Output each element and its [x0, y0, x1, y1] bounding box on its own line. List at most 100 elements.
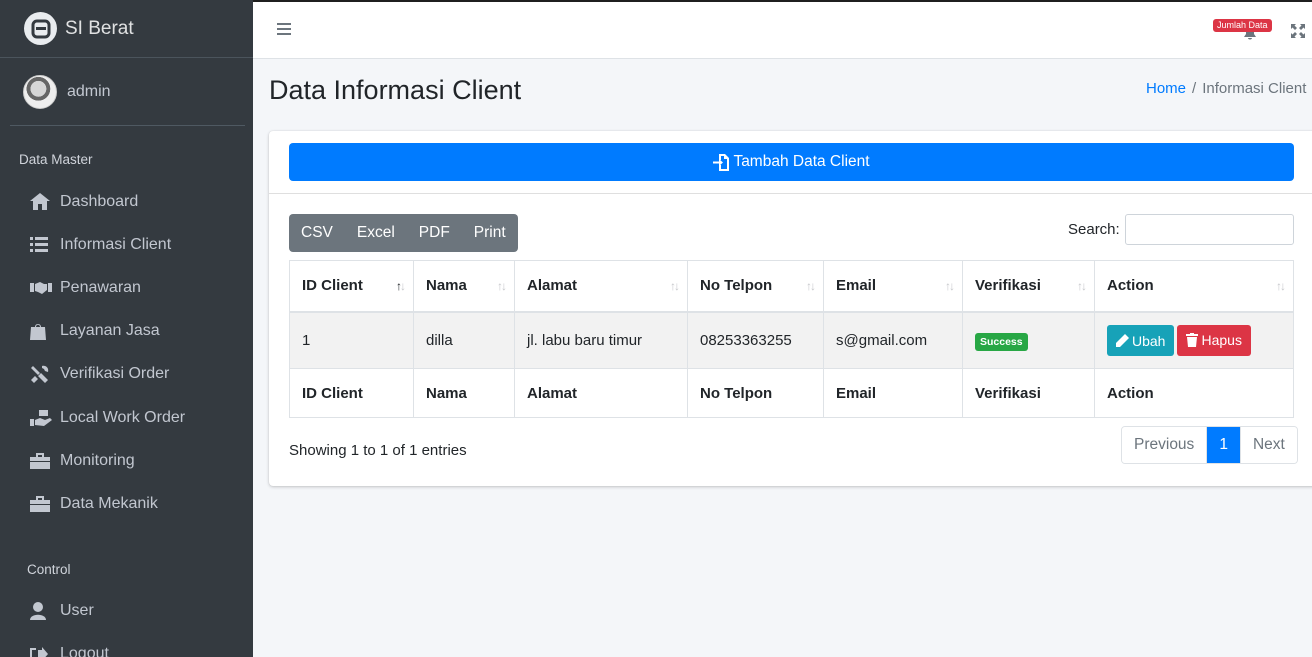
edit-button[interactable]: Ubah: [1107, 325, 1175, 356]
sort-icon: ↑↓: [1077, 279, 1087, 293]
client-table: ID Client ↑↓ Nama ↑↓ Alamat ↑↓ No Telpon ↑↓ …: [289, 260, 1294, 418]
next-button[interactable]: Next: [1239, 427, 1297, 463]
sidebar-item-layanan-jasa[interactable]: Layanan Jasa: [0, 310, 253, 353]
column-header-action[interactable]: Action ↑↓: [1094, 260, 1294, 313]
cell-email: s@gmail.com: [823, 311, 963, 369]
footer-alamat: Alamat: [514, 368, 688, 418]
page-title: Data Informasi Client: [269, 75, 522, 105]
brand-logo-icon: [24, 12, 57, 45]
pagination: Previous 1 Next: [1121, 426, 1298, 464]
export-button-group: CSV Excel PDF Print: [289, 214, 518, 252]
sidebar-item-user[interactable]: User: [0, 590, 253, 633]
brand-title: SI Berat: [65, 17, 134, 39]
status-badge: Success: [975, 332, 1028, 351]
user-panel[interactable]: admin: [10, 58, 245, 126]
hand-holding-icon: [30, 409, 52, 427]
sidebar-item-label: Data Mekanik: [60, 494, 158, 512]
sidebar: SI Berat admin Data Master Dashboard Inf…: [0, 0, 253, 657]
column-header-no-telpon[interactable]: No Telpon ↑↓: [687, 260, 824, 313]
hamburger-menu-icon[interactable]: [277, 23, 291, 37]
sidebar-item-verifikasi-order[interactable]: Verifikasi Order: [0, 353, 253, 396]
footer-action: Action: [1094, 368, 1294, 418]
print-button[interactable]: Print: [462, 214, 518, 252]
column-header-email[interactable]: Email ↑↓: [823, 260, 963, 313]
card-header: Tambah Data Client: [269, 131, 1312, 194]
breadcrumb-separator: /: [1192, 80, 1197, 97]
brand-link[interactable]: SI Berat: [0, 0, 253, 58]
handshake-icon: [30, 279, 52, 297]
sort-icon: ↑↓: [396, 279, 406, 293]
column-header-alamat[interactable]: Alamat ↑↓: [514, 260, 688, 313]
trash-icon: [1186, 333, 1199, 347]
breadcrumb-current: Informasi Client: [1202, 80, 1307, 97]
column-header-nama[interactable]: Nama ↑↓: [413, 260, 515, 313]
user-icon: [30, 602, 52, 621]
sidebar-item-label: Layanan Jasa: [60, 322, 160, 340]
cell-id-client: 1: [289, 311, 414, 369]
sidebar-item-informasi-client[interactable]: Informasi Client: [0, 223, 253, 266]
file-import-icon: [713, 153, 730, 171]
sort-icon: ↑↓: [497, 279, 507, 293]
fullscreen-icon[interactable]: [1290, 23, 1306, 39]
logout-icon: [30, 645, 52, 657]
cell-verifikasi: Success: [962, 311, 1095, 369]
table-info: Showing 1 to 1 of 1 entries: [289, 442, 467, 459]
sort-icon: ↑↓: [670, 279, 680, 293]
cell-no-telpon: 08253363255: [687, 311, 824, 369]
add-client-button[interactable]: Tambah Data Client: [289, 143, 1294, 181]
tools-icon: [30, 365, 52, 383]
table-row: 1 dilla jl. labu baru timur 08253363255 …: [289, 311, 1294, 369]
sidebar-item-data-mekanik[interactable]: Data Mekanik: [0, 482, 253, 525]
footer-nama: Nama: [413, 368, 515, 418]
sort-icon: ↑↓: [806, 279, 816, 293]
notification-badge: Jumlah Data: [1213, 19, 1272, 32]
sidebar-item-label: Monitoring: [60, 451, 135, 469]
footer-id-client: ID Client: [289, 368, 414, 418]
excel-button[interactable]: Excel: [345, 214, 407, 252]
toolbox-icon: [30, 452, 52, 470]
list-icon: [30, 236, 52, 254]
sidebar-item-label: Logout: [60, 645, 109, 657]
cell-nama: dilla: [413, 311, 515, 369]
sort-icon: ↑↓: [1276, 279, 1286, 293]
column-header-id-client[interactable]: ID Client ↑↓: [289, 260, 414, 313]
sidebar-item-penawaran[interactable]: Penawaran: [0, 266, 253, 309]
column-header-verifikasi[interactable]: Verifikasi ↑↓: [962, 260, 1095, 313]
nav-header-control: Control: [27, 561, 71, 577]
pdf-button[interactable]: PDF: [407, 214, 462, 252]
footer-verifikasi: Verifikasi: [962, 368, 1095, 418]
avatar: [23, 74, 57, 109]
footer-email: Email: [823, 368, 963, 418]
home-icon: [30, 193, 52, 211]
cell-alamat: jl. labu baru timur: [514, 311, 688, 369]
pencil-icon: [1116, 334, 1129, 347]
user-name[interactable]: admin: [67, 83, 111, 101]
nav-header-data-master: Data Master: [19, 152, 93, 167]
breadcrumb: Home / Informasi Client: [1146, 80, 1306, 97]
sidebar-item-label: User: [60, 602, 94, 620]
sidebar-item-monitoring[interactable]: Monitoring: [0, 439, 253, 482]
previous-button[interactable]: Previous: [1122, 427, 1208, 463]
sort-icon: ↑↓: [945, 279, 955, 293]
top-navbar: Jumlah Data: [253, 0, 1312, 59]
sidebar-item-label: Verifikasi Order: [60, 365, 170, 383]
sidebar-item-label: Informasi Client: [60, 235, 172, 253]
sidebar-item-label: Dashboard: [60, 192, 139, 210]
toolbox-icon: [30, 495, 52, 513]
sidebar-item-local-work-order[interactable]: Local Work Order: [0, 396, 253, 439]
sidebar-item-label: Local Work Order: [60, 408, 186, 426]
breadcrumb-home-link[interactable]: Home: [1146, 80, 1186, 97]
client-card: Tambah Data Client CSV Excel PDF Print S…: [269, 131, 1312, 486]
page-1-button[interactable]: 1: [1207, 427, 1240, 463]
add-client-label: Tambah Data Client: [733, 153, 870, 170]
sidebar-item-logout[interactable]: Logout: [0, 633, 253, 657]
search-label: Search:: [1068, 221, 1120, 238]
search-input[interactable]: [1125, 214, 1294, 245]
csv-button[interactable]: CSV: [289, 214, 345, 252]
cell-action: Ubah Hapus: [1094, 311, 1294, 369]
sidebar-item-dashboard[interactable]: Dashboard: [0, 180, 253, 223]
delete-button[interactable]: Hapus: [1177, 324, 1251, 356]
sidebar-item-label: Penawaran: [60, 278, 141, 296]
footer-no-telpon: No Telpon: [687, 368, 824, 418]
shopping-bag-icon: [30, 322, 52, 341]
